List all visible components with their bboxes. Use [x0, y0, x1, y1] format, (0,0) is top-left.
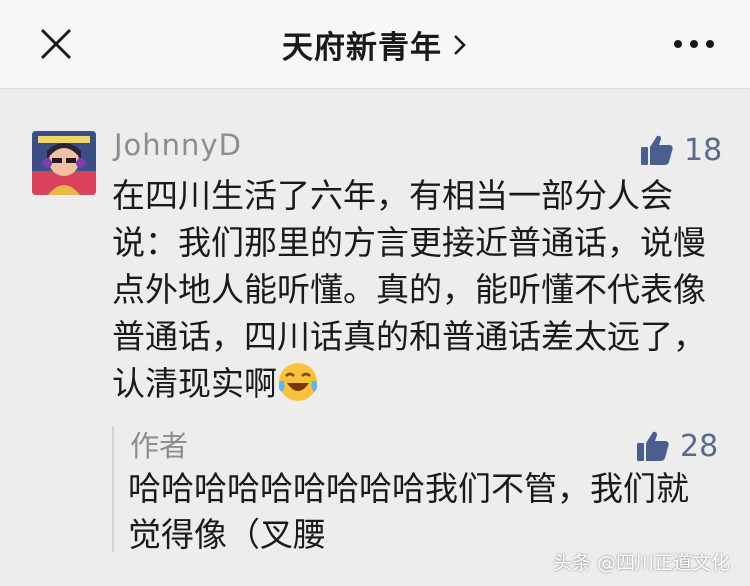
reply-divider [112, 426, 114, 552]
comment-text: 在四川生活了六年，有相当一部分人会说：我们那里的方言更接近普通话，说慢点外地人能… [112, 176, 706, 403]
chevron-right-icon [454, 35, 466, 55]
title-area[interactable]: 天府新青年 [0, 0, 750, 88]
reply-author: 作者 [130, 429, 189, 463]
thumbs-up-icon [637, 431, 669, 461]
comment-like-button[interactable]: 18 [640, 130, 722, 170]
avatar[interactable] [32, 131, 96, 195]
laughing-crying-emoji-icon [278, 363, 318, 401]
page-title[interactable]: 天府新青年 [282, 22, 442, 67]
comment-body: 在四川生活了六年，有相当一部分人会说：我们那里的方言更接近普通话，说慢点外地人能… [112, 172, 712, 407]
reply-like-button[interactable]: 28 [636, 426, 718, 466]
more-icon[interactable] [672, 36, 716, 52]
avatar-image [32, 131, 96, 195]
watermark: 头条 @四川正道文化 [552, 552, 730, 574]
comment-like-count: 18 [684, 132, 723, 168]
reply-like-count: 28 [680, 428, 719, 464]
reply-text: 哈哈哈哈哈哈哈哈哈我们不管，我们就觉得像（叉腰 [128, 469, 689, 554]
top-bar: 天府新青年 [0, 0, 750, 89]
thumbs-up-icon [641, 135, 673, 165]
comment-username[interactable]: JohnnyD [114, 128, 242, 162]
